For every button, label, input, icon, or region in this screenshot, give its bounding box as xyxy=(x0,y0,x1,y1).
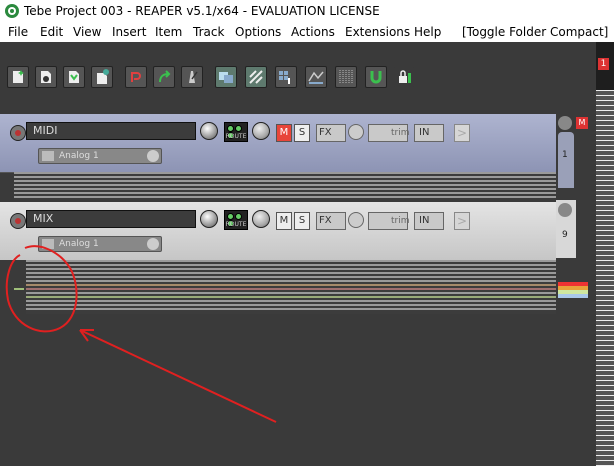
menu-actions[interactable]: Actions xyxy=(291,25,335,39)
route-button-midi[interactable]: ROUTE xyxy=(224,122,248,142)
snap-grid-button[interactable] xyxy=(335,66,357,88)
track-lanes-midi xyxy=(14,172,556,200)
envelope-button-mix[interactable]: trim xyxy=(368,212,410,230)
track-midi[interactable]: MIDI ROUTE M S FX trim IN > Analog 1 xyxy=(0,114,556,200)
save-project-icon xyxy=(69,71,79,83)
midi-channel-meter: 1 xyxy=(558,132,574,188)
phase-button-mix[interactable] xyxy=(348,212,364,228)
fx-slot-label-midi: Analog 1 xyxy=(59,151,99,161)
input-button-midi[interactable]: IN xyxy=(414,124,444,142)
fx-label-mix: FX xyxy=(319,215,332,226)
route-leds-midi xyxy=(227,125,247,139)
timeline-ruler xyxy=(596,90,614,466)
menu-insert[interactable]: Insert xyxy=(112,25,146,39)
lock-button[interactable] xyxy=(393,66,415,88)
record-arm-mix[interactable] xyxy=(10,213,26,229)
input-monitor-button-mix[interactable]: > xyxy=(454,212,470,230)
solo-button-midi[interactable]: S xyxy=(294,124,310,142)
auto-crossfade-icon xyxy=(219,72,233,83)
menu-options[interactable]: Options xyxy=(235,25,281,39)
menu-extensions[interactable]: Extensions xyxy=(345,25,410,39)
play-icon[interactable] xyxy=(558,116,572,130)
fx-label-midi: FX xyxy=(319,127,332,138)
save-project-button[interactable] xyxy=(63,66,85,88)
mute-button-midi[interactable]: M xyxy=(276,124,292,142)
menu-help[interactable]: Help xyxy=(414,25,441,39)
fx-button-midi[interactable]: FX xyxy=(316,124,346,142)
auto-crossfade-button[interactable] xyxy=(215,66,237,88)
title-bar: Tebe Project 003 - REAPER v5.1/x64 - EVA… xyxy=(0,0,614,22)
project-settings-icon xyxy=(97,69,109,84)
metronome-button[interactable] xyxy=(181,66,203,88)
mix-meter-area xyxy=(556,258,588,314)
track-control-panel-midi: MIDI ROUTE M S FX trim IN > Analog 1 xyxy=(0,114,556,173)
midi-channel-number: 1 xyxy=(562,150,568,160)
solo-button-mix[interactable]: S xyxy=(294,212,310,230)
annotation-overlay xyxy=(5,245,277,423)
envelope-points-icon xyxy=(308,71,324,84)
project-settings-button[interactable] xyxy=(91,66,113,88)
open-project-icon xyxy=(41,71,51,83)
envelope-points-button[interactable] xyxy=(305,66,327,88)
metronome-icon xyxy=(189,71,198,83)
input-monitor-button-midi[interactable]: > xyxy=(454,124,470,142)
new-project-icon xyxy=(13,70,24,83)
menu-bar: File Edit View Insert Item Track Options… xyxy=(0,22,614,42)
new-project-button[interactable] xyxy=(7,66,29,88)
menu-toggle-folder-compact[interactable]: [Toggle Folder Compact] xyxy=(462,25,608,39)
menu-file[interactable]: File xyxy=(8,25,28,39)
track-name-midi[interactable]: MIDI xyxy=(26,122,196,140)
play-icon[interactable] xyxy=(558,203,572,217)
record-arm-midi[interactable] xyxy=(10,125,26,141)
fx-button-mix[interactable]: FX xyxy=(316,212,346,230)
meter-blue xyxy=(558,294,588,298)
route-leds-mix xyxy=(227,213,247,227)
grid-icon xyxy=(279,71,290,84)
fx-slot-midi[interactable]: Analog 1 xyxy=(38,148,162,164)
mute-button-mix[interactable]: M xyxy=(276,212,292,230)
open-project-button[interactable] xyxy=(35,66,57,88)
ripple-edit-icon xyxy=(249,70,263,84)
mix-channel-strip: 9 xyxy=(556,200,588,314)
redo-icon xyxy=(159,70,171,83)
track-name-mix[interactable]: MIX xyxy=(26,210,196,228)
route-label-midi: ROUTE xyxy=(225,133,247,140)
undo-icon xyxy=(131,72,141,82)
chevron-down-icon xyxy=(147,150,159,162)
snap-button[interactable] xyxy=(365,66,387,88)
menu-item[interactable]: Item xyxy=(155,25,182,39)
mixer-strip: M 1 9 xyxy=(556,114,596,466)
window-title: Tebe Project 003 - REAPER v5.1/x64 - EVA… xyxy=(24,4,380,18)
volume-knob-midi[interactable] xyxy=(200,122,218,140)
undo-button[interactable] xyxy=(125,66,147,88)
pan-knob-mix[interactable] xyxy=(252,210,270,228)
lock-icon xyxy=(399,70,411,83)
reaper-logo-icon xyxy=(5,4,19,18)
route-label-mix: ROUTE xyxy=(225,221,247,228)
vertical-scrollbar[interactable]: 1 xyxy=(596,42,614,466)
envelope-button-midi[interactable]: trim xyxy=(368,124,410,142)
mix-channel-number: 9 xyxy=(562,230,568,240)
fx-plugin-icon xyxy=(42,151,54,161)
snap-icon xyxy=(370,71,382,84)
route-button-mix[interactable]: ROUTE xyxy=(224,210,248,230)
master-mute-button[interactable]: M xyxy=(576,117,588,129)
menu-edit[interactable]: Edit xyxy=(40,25,63,39)
redo-button[interactable] xyxy=(153,66,175,88)
input-button-mix[interactable]: IN xyxy=(414,212,444,230)
phase-button-midi[interactable] xyxy=(348,124,364,140)
snap-grid-icon xyxy=(339,70,353,84)
menu-track[interactable]: Track xyxy=(193,25,224,39)
main-toolbar xyxy=(0,42,596,114)
volume-knob-mix[interactable] xyxy=(200,210,218,228)
marker-label: 1 xyxy=(598,58,609,70)
pan-knob-midi[interactable] xyxy=(252,122,270,140)
grid-button[interactable] xyxy=(275,66,297,88)
menu-view[interactable]: View xyxy=(73,25,101,39)
ripple-edit-button[interactable] xyxy=(245,66,267,88)
